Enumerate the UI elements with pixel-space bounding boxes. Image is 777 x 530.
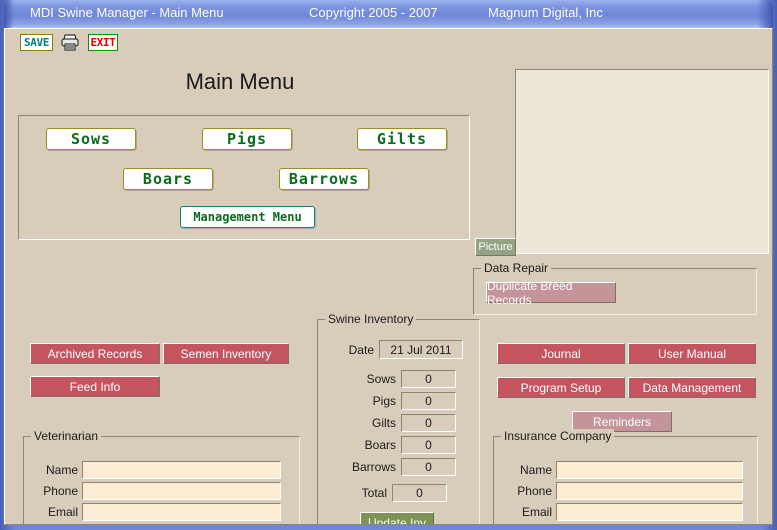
- veterinarian-email-label: Email: [47, 505, 78, 519]
- exit-button[interactable]: EXIT: [88, 34, 118, 51]
- barrows-button-label: Barrows: [288, 170, 360, 188]
- picture-button[interactable]: Picture: [475, 238, 516, 256]
- gilts-button-label: Gilts: [376, 130, 428, 148]
- inventory-date-label: Date: [348, 342, 374, 357]
- copyright-text: Copyright 2005 - 2007: [309, 5, 438, 20]
- insurance-phone-field[interactable]: [556, 482, 743, 500]
- insurance-phone-label: Phone: [517, 484, 552, 498]
- management-menu-button-label: Management Menu: [193, 210, 302, 224]
- inventory-sows-row: Sows 0: [328, 370, 456, 388]
- insurance-email-field[interactable]: [556, 503, 743, 521]
- user-manual-label: User Manual: [657, 346, 727, 361]
- insurance-company-legend: Insurance Company: [501, 429, 615, 443]
- page-title: Main Menu: [185, 69, 295, 94]
- sows-button-label: Sows: [70, 130, 112, 148]
- data-management-button[interactable]: Data Management: [628, 377, 756, 398]
- veterinarian-email-row: Email: [34, 503, 281, 521]
- semen-inventory-button[interactable]: Semen Inventory: [163, 343, 289, 364]
- veterinarian-email-field[interactable]: [82, 503, 281, 521]
- insurance-name-row: Name: [504, 461, 743, 479]
- barrows-button[interactable]: Barrows: [279, 168, 369, 190]
- print-button[interactable]: [60, 33, 80, 52]
- picture-button-label: Picture: [478, 241, 513, 253]
- data-management-label: Data Management: [642, 380, 742, 395]
- inventory-boars-row: Boars 0: [328, 436, 456, 454]
- save-button[interactable]: SAVE: [20, 34, 53, 51]
- update-inventory-button[interactable]: Update Inv: [360, 512, 434, 525]
- journal-label: Journal: [541, 346, 581, 361]
- inventory-sows-label: Sows: [366, 372, 396, 386]
- feed-info-button[interactable]: Feed Info: [30, 376, 160, 397]
- sows-button[interactable]: Sows: [46, 128, 136, 150]
- inventory-barrows-label: Barrows: [351, 460, 396, 474]
- printer-icon: [61, 34, 79, 51]
- duplicate-breed-records-label: Duplicate Breed Records: [487, 278, 573, 307]
- inventory-boars-value[interactable]: 0: [401, 436, 456, 454]
- inventory-pigs-label: Pigs: [372, 394, 396, 408]
- veterinarian-phone-field[interactable]: [82, 482, 281, 500]
- swine-inventory-legend: Swine Inventory: [325, 312, 417, 326]
- insurance-name-field[interactable]: [556, 461, 743, 479]
- management-menu-button[interactable]: Management Menu: [180, 206, 315, 228]
- feed-info-label: Feed Info: [69, 379, 121, 394]
- veterinarian-name-label: Name: [45, 463, 78, 477]
- duplicate-breed-records-button[interactable]: Duplicate Breed Records: [486, 279, 616, 307]
- gilts-button[interactable]: Gilts: [357, 128, 447, 150]
- save-button-label: SAVE: [24, 36, 49, 49]
- exit-button-label: EXIT: [90, 36, 116, 49]
- inventory-sows-value[interactable]: 0: [401, 370, 456, 388]
- veterinarian-group: Veterinarian Name Phone Email: [23, 429, 300, 524]
- insurance-company-group: Insurance Company Name Phone Email: [493, 429, 758, 524]
- pigs-button[interactable]: Pigs: [202, 128, 292, 150]
- inventory-total-label: Total: [361, 486, 387, 500]
- inventory-date-field[interactable]: 21 Jul 2011: [379, 340, 463, 359]
- company-name: Magnum Digital, Inc: [488, 5, 603, 20]
- update-inventory-label: Update Inv: [367, 515, 427, 525]
- window-title: MDI Swine Manager - Main Menu: [30, 5, 224, 20]
- data-repair-legend: Data Repair: [481, 261, 552, 275]
- archived-records-button[interactable]: Archived Records: [30, 343, 160, 364]
- boars-button[interactable]: Boars: [123, 168, 213, 190]
- veterinarian-name-field[interactable]: [82, 461, 281, 479]
- veterinarian-legend: Veterinarian: [31, 429, 102, 443]
- inventory-barrows-value[interactable]: 0: [401, 458, 456, 476]
- reminders-label: Reminders: [592, 414, 652, 429]
- boars-button-label: Boars: [142, 170, 194, 188]
- inventory-barrows-row: Barrows 0: [328, 458, 456, 476]
- veterinarian-phone-row: Phone: [34, 482, 281, 500]
- insurance-name-label: Name: [519, 463, 552, 477]
- application-window: MDI Swine Manager - Main Menu Copyright …: [0, 0, 777, 530]
- inventory-pigs-row: Pigs 0: [328, 392, 456, 410]
- picture-display: [515, 69, 769, 254]
- client-area: SAVE EXIT Main Menu Sows Pigs Gilts Boar…: [4, 28, 773, 525]
- archived-records-label: Archived Records: [47, 346, 143, 361]
- inventory-total-value: 0: [392, 484, 447, 502]
- pigs-button-label: Pigs: [226, 130, 268, 148]
- inventory-gilts-row: Gilts 0: [328, 414, 456, 432]
- inventory-total-row: Total 0: [340, 484, 447, 502]
- inventory-gilts-label: Gilts: [372, 416, 396, 430]
- veterinarian-name-row: Name: [34, 461, 281, 479]
- semen-inventory-label: Semen Inventory: [180, 346, 272, 361]
- animal-menu-panel: Sows Pigs Gilts Boars Barrows Management…: [18, 115, 470, 240]
- inventory-date-row: Date 21 Jul 2011: [330, 340, 463, 359]
- inventory-gilts-value[interactable]: 0: [401, 414, 456, 432]
- user-manual-button[interactable]: User Manual: [628, 343, 756, 364]
- title-bar: MDI Swine Manager - Main Menu Copyright …: [4, 0, 773, 28]
- inventory-pigs-value[interactable]: 0: [401, 392, 456, 410]
- toolbar: SAVE EXIT: [5, 29, 772, 57]
- veterinarian-phone-label: Phone: [43, 484, 78, 498]
- program-setup-button[interactable]: Program Setup: [497, 377, 625, 398]
- insurance-email-label: Email: [521, 505, 552, 519]
- insurance-email-row: Email: [504, 503, 743, 521]
- journal-button[interactable]: Journal: [497, 343, 625, 364]
- inventory-boars-label: Boars: [364, 438, 396, 452]
- insurance-phone-row: Phone: [504, 482, 743, 500]
- swine-inventory-group: Swine Inventory Date 21 Jul 2011 Sows 0 …: [317, 312, 480, 525]
- program-setup-label: Program Setup: [520, 380, 602, 395]
